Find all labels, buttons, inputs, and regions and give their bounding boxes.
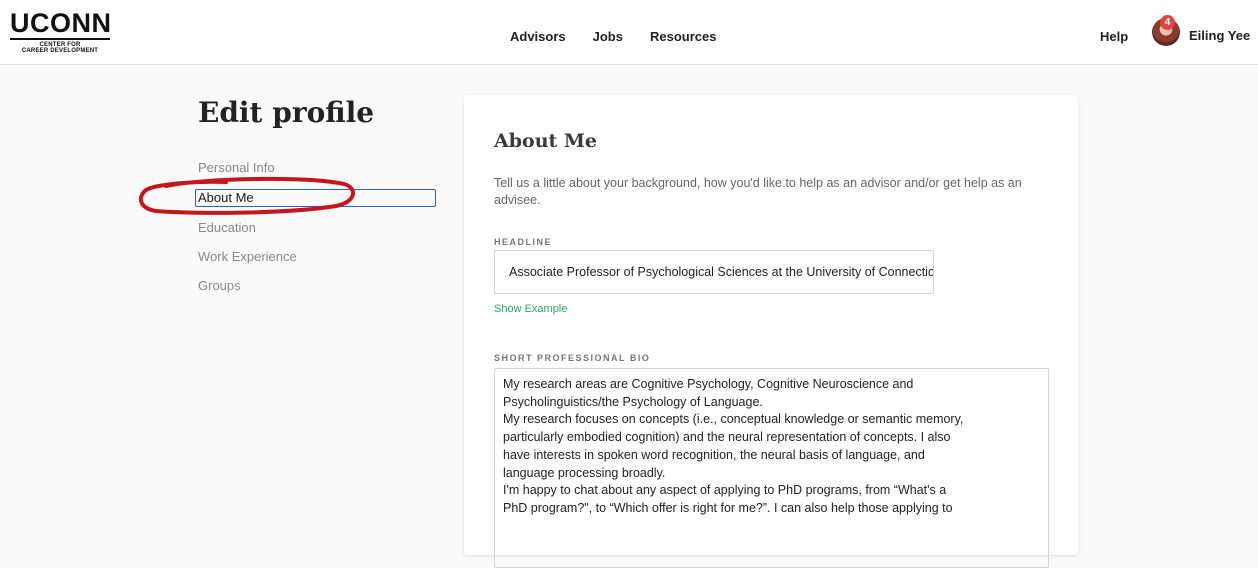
logo-divider (10, 38, 110, 40)
logo-subtitle-line-2: CAREER DEVELOPMENT (21, 47, 99, 54)
logo-wordmark: UCONN (10, 8, 112, 38)
sidebar-item-groups[interactable]: Groups (198, 278, 241, 293)
bio-line: particularly embodied cognition) and the… (503, 430, 951, 445)
nav-resources[interactable]: Resources (650, 29, 716, 44)
red-circle-annotation (138, 176, 355, 215)
bio-line: Psycholinguistics/the Psychology of Lang… (503, 394, 763, 409)
bio-line: language processing broadly. (503, 465, 666, 480)
uconn-logo[interactable]: UCONN CENTER FOR CAREER DEVELOPMENT (10, 10, 122, 54)
nav-advisors[interactable]: Advisors (510, 29, 566, 44)
headline-input[interactable]: Associate Professor of Psychological Sci… (494, 250, 934, 294)
bio-textarea[interactable]: My research areas are Cognitive Psycholo… (494, 368, 1049, 568)
main-nav: Advisors Jobs Resources (510, 29, 716, 44)
bio-label: SHORT PROFESSIONAL BIO (494, 353, 651, 363)
nav-jobs[interactable]: Jobs (593, 29, 623, 44)
help-link[interactable]: Help (1100, 29, 1128, 44)
notification-badge[interactable]: 4 (1160, 15, 1175, 30)
bio-line: I'm happy to chat about any aspect of ap… (503, 483, 947, 498)
show-example-link[interactable]: Show Example (494, 303, 567, 315)
section-description: Tell us a little about your background, … (494, 176, 1022, 207)
headline-label: HEADLINE (494, 237, 553, 247)
sidebar-item-work-experience[interactable]: Work Experience (198, 249, 297, 264)
about-me-card: About Me Tell us a little about your bac… (464, 95, 1078, 568)
top-bar: UCONN CENTER FOR CAREER DEVELOPMENT Advi… (0, 0, 1258, 65)
page-title: Edit profile (198, 96, 375, 129)
sidebar-item-personal-info[interactable]: Personal Info (198, 160, 275, 175)
section-title: About Me (494, 130, 598, 152)
sidebar-item-education[interactable]: Education (198, 220, 256, 235)
user-name[interactable]: Eiling Yee (1189, 28, 1250, 43)
bio-line: PhD program?", to “Which offer is right … (503, 500, 953, 515)
bio-line: have interests in spoken word recognitio… (503, 447, 925, 462)
bio-line: My research focuses on concepts (i.e., c… (503, 412, 964, 427)
bio-line: My research areas are Cognitive Psycholo… (503, 377, 914, 391)
